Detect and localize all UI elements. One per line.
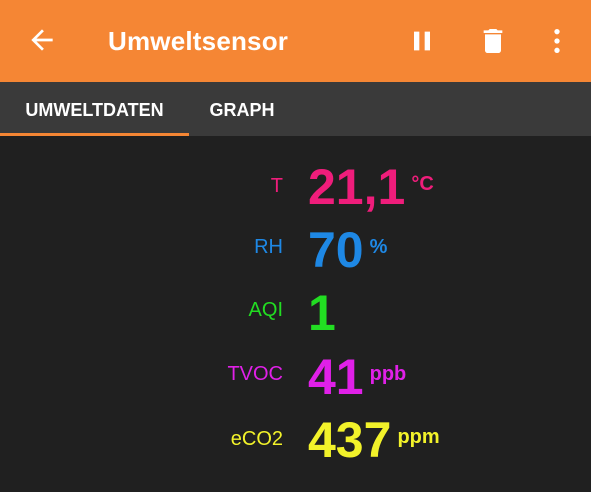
reading-unit: % xyxy=(369,236,388,258)
delete-icon[interactable] xyxy=(477,25,509,57)
reading-value: 70% xyxy=(308,219,387,278)
reading-temperature: T 21,1 °C xyxy=(0,154,591,215)
more-vert-icon[interactable] xyxy=(541,25,573,57)
reading-label: AQI xyxy=(248,299,283,321)
app-title: Umweltsensor xyxy=(108,26,289,56)
app-bar: Umweltsensor xyxy=(0,0,591,82)
tab-bar: UMWELTDATEN GRAPH xyxy=(0,82,591,136)
reading-unit: ppb xyxy=(369,363,407,385)
reading-aqi: AQI 1 xyxy=(0,280,591,341)
reading-value: 437 ppm xyxy=(308,409,440,468)
reading-number: 70 xyxy=(308,222,364,278)
tab-graph[interactable]: GRAPH xyxy=(189,82,295,136)
reading-number: 41 xyxy=(308,349,364,405)
arrow-left-icon[interactable] xyxy=(26,24,58,56)
reading-label: eCO2 xyxy=(230,428,283,450)
reading-eco2: eCO2 437 ppm xyxy=(0,407,591,468)
reading-humidity: RH 70% xyxy=(0,217,591,278)
reading-number: 21,1 xyxy=(308,159,406,215)
reading-value: 21,1 °C xyxy=(308,156,434,215)
reading-label: RH xyxy=(254,236,283,258)
reading-label: T xyxy=(270,175,283,197)
reading-label: TVOC xyxy=(227,363,283,385)
reading-unit: °C xyxy=(411,173,434,195)
pause-icon[interactable] xyxy=(406,25,438,57)
reading-value: 41 ppb xyxy=(308,346,406,405)
reading-unit: ppm xyxy=(397,426,440,448)
tab-umweltdaten[interactable]: UMWELTDATEN xyxy=(0,82,189,136)
readings-panel: T 21,1 °C RH 70% AQI 1 TVOC 41 ppb eCO2 43… xyxy=(0,136,591,492)
reading-number: 1 xyxy=(308,285,336,341)
reading-tvoc: TVOC 41 ppb xyxy=(0,344,591,405)
reading-value: 1 xyxy=(308,282,342,341)
reading-number: 437 xyxy=(308,412,392,468)
